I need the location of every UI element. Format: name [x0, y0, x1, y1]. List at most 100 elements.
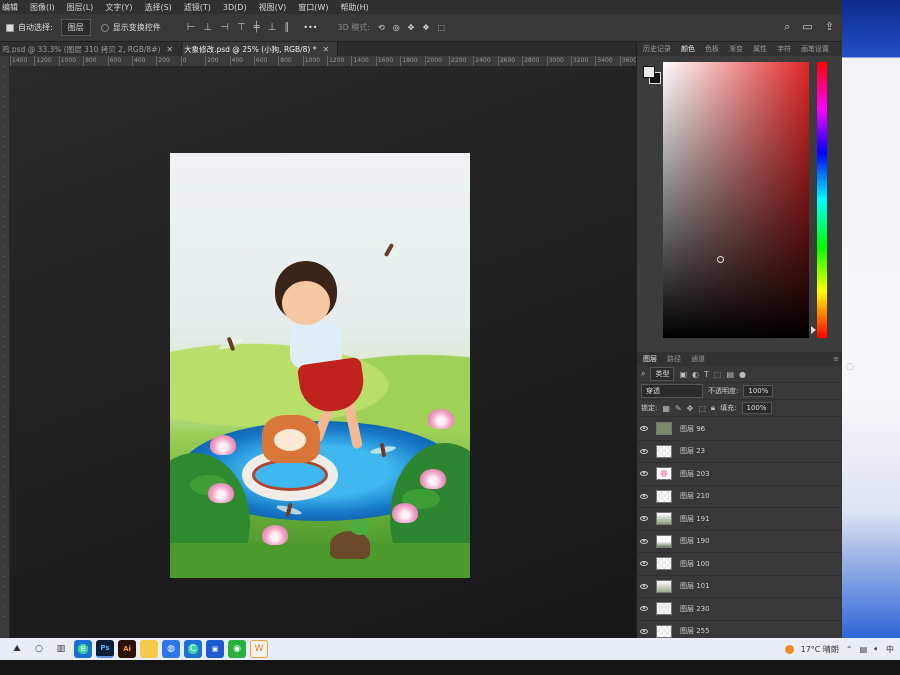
- layer-row[interactable]: 图层 101: [637, 576, 842, 598]
- fill-input[interactable]: 100%: [741, 402, 772, 414]
- panel-menu-icon[interactable]: ≡: [833, 355, 839, 363]
- wps-icon[interactable]: W: [250, 640, 268, 658]
- eye-icon[interactable]: [640, 426, 648, 432]
- menu-item-view[interactable]: 视图(V): [259, 2, 287, 13]
- photoshop-icon[interactable]: Ps: [96, 640, 114, 658]
- layer-row[interactable]: 图层 23: [637, 441, 842, 463]
- layer-row[interactable]: 图层 96: [637, 418, 842, 441]
- smart-object-filter-icon[interactable]: ▤: [726, 370, 734, 379]
- hue-slider[interactable]: [817, 62, 827, 338]
- tab-layers[interactable]: 图层: [643, 354, 657, 364]
- close-icon[interactable]: ✕: [166, 45, 173, 54]
- layer-row[interactable]: 图层 210: [637, 486, 842, 508]
- menu-item-layer[interactable]: 图层(L): [67, 2, 94, 13]
- tab-character[interactable]: 字符: [777, 44, 791, 54]
- tab-color[interactable]: 颜色: [681, 44, 695, 54]
- app-icon[interactable]: ▣: [206, 640, 224, 658]
- eye-icon[interactable]: [640, 538, 648, 544]
- tab-document-1[interactable]: 鸡.psd @ 33.3% (图层 310 拷贝 2, RGB/8#) ✕: [0, 42, 183, 56]
- drag-3d-icon[interactable]: ✥: [408, 23, 415, 32]
- lock-all-icon[interactable]: 🔒︎: [711, 403, 715, 413]
- scale-3d-icon[interactable]: ⬚: [438, 23, 446, 32]
- share-icon[interactable]: ⇪: [825, 20, 834, 34]
- browser-icon[interactable]: ◍: [162, 640, 180, 658]
- eye-icon[interactable]: [640, 561, 648, 567]
- layer-row[interactable]: 图层 100: [637, 553, 842, 576]
- color-picker-cursor[interactable]: [717, 256, 724, 263]
- filter-toggle-icon[interactable]: ●: [739, 370, 746, 379]
- align-left-icon[interactable]: ⊢: [187, 22, 196, 33]
- tab-history[interactable]: 历史记录: [643, 44, 671, 54]
- menu-item-select[interactable]: 选择(S): [144, 2, 171, 13]
- tab-brush-settings[interactable]: 画笔设置: [801, 44, 829, 54]
- adjustment-filter-icon[interactable]: ◐: [692, 370, 699, 379]
- lock-paint-icon[interactable]: ✎: [675, 404, 682, 413]
- network-icon[interactable]: ▤: [860, 645, 868, 654]
- eye-icon[interactable]: [640, 516, 648, 522]
- auto-select-dropdown[interactable]: 图层: [60, 19, 91, 36]
- distribute-icon[interactable]: ∥: [284, 22, 289, 33]
- eye-icon[interactable]: [640, 583, 648, 589]
- weather-text[interactable]: 17°C 晴朗: [801, 644, 839, 655]
- eye-icon[interactable]: [640, 493, 648, 499]
- menu-item-type[interactable]: 文字(Y): [105, 2, 132, 13]
- layer-filter-dropdown[interactable]: 类型: [650, 367, 675, 381]
- start-icon[interactable]: ⛰: [8, 640, 26, 658]
- auto-select-checkbox[interactable]: [6, 23, 14, 32]
- eye-icon[interactable]: [640, 448, 648, 454]
- edge-icon[interactable]: e: [74, 640, 92, 658]
- foreground-color-swatch[interactable]: [643, 66, 655, 78]
- workspace-icon[interactable]: ▭: [802, 20, 812, 34]
- folder-icon[interactable]: [140, 640, 158, 658]
- volume-icon[interactable]: 🔈︎: [874, 644, 879, 654]
- layer-row[interactable]: 图层 230: [637, 598, 842, 621]
- c-app-icon[interactable]: C: [184, 640, 202, 658]
- align-vcenter-icon[interactable]: ╪: [254, 22, 260, 33]
- tab-document-2[interactable]: 大象修改.psd @ 25% (小狗, RGB/8) * ✕: [182, 42, 339, 56]
- task-view-icon[interactable]: ▥: [52, 640, 70, 658]
- tab-swatches[interactable]: 色板: [705, 44, 719, 54]
- menu-item-3d[interactable]: 3D(D): [223, 3, 247, 12]
- slide-3d-icon[interactable]: ❖: [422, 23, 429, 32]
- lock-position-icon[interactable]: ✥: [687, 404, 694, 413]
- menu-item-filter[interactable]: 滤镜(T): [184, 2, 211, 13]
- layer-row[interactable]: 图层 191: [637, 508, 842, 531]
- hue-slider-marker[interactable]: [811, 326, 816, 334]
- shape-filter-icon[interactable]: ⬚: [714, 370, 722, 379]
- align-right-icon[interactable]: ⊣: [220, 22, 229, 33]
- orbit-3d-icon[interactable]: ⟲: [378, 23, 385, 32]
- opacity-input[interactable]: 100%: [743, 385, 774, 397]
- menu-item-edit[interactable]: 编辑: [2, 2, 18, 13]
- tab-gradients[interactable]: 渐变: [729, 44, 743, 54]
- type-filter-icon[interactable]: T: [704, 370, 709, 379]
- tab-channels[interactable]: 通道: [691, 354, 705, 364]
- lock-pixels-icon[interactable]: ▦: [662, 404, 670, 413]
- layer-row[interactable]: 图层 255: [637, 621, 842, 639]
- lock-artboard-icon[interactable]: ⬚: [698, 404, 706, 413]
- canvas-area[interactable]: [10, 66, 636, 638]
- input-method-indicator[interactable]: 中: [886, 644, 894, 655]
- color-picker-field[interactable]: [663, 62, 809, 338]
- tab-properties[interactable]: 属性: [753, 44, 767, 54]
- close-icon[interactable]: ✕: [322, 45, 329, 54]
- tray-arrow-icon[interactable]: ⌃: [846, 645, 853, 654]
- wechat-icon[interactable]: ◉: [228, 640, 246, 658]
- tab-paths[interactable]: 路径: [667, 354, 681, 364]
- align-bottom-icon[interactable]: ⊥: [268, 22, 277, 33]
- roll-3d-icon[interactable]: ◎: [393, 23, 400, 32]
- illustrator-icon[interactable]: Ai: [118, 640, 136, 658]
- pixel-filter-icon[interactable]: ▣: [679, 370, 687, 379]
- menu-item-window[interactable]: 窗口(W): [298, 2, 328, 13]
- eye-icon[interactable]: [640, 606, 648, 612]
- align-top-icon[interactable]: ⊤: [237, 22, 246, 33]
- artwork-canvas[interactable]: [170, 153, 470, 578]
- layer-row[interactable]: 图层 203: [637, 463, 842, 486]
- more-options-button[interactable]: •••: [303, 23, 317, 32]
- menu-item-image[interactable]: 图像(I): [30, 2, 55, 13]
- align-hcenter-icon[interactable]: ⊥: [203, 22, 212, 33]
- menu-item-help[interactable]: 帮助(H): [340, 2, 368, 13]
- show-transform-checkbox[interactable]: [100, 23, 109, 32]
- eye-icon[interactable]: [640, 471, 648, 477]
- search-icon[interactable]: ⌕: [784, 20, 790, 34]
- layer-row[interactable]: 图层 190: [637, 531, 842, 553]
